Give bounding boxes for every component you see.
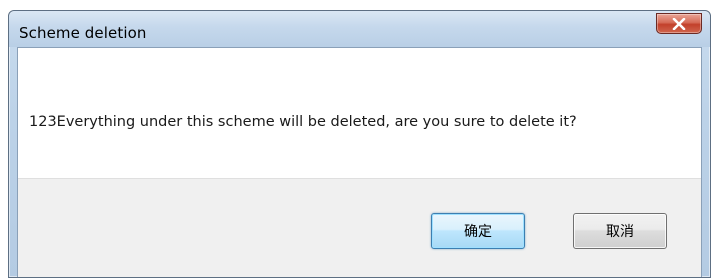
dialog-window: Scheme deletion 123Everything under this… bbox=[8, 10, 711, 278]
message-area: 123Everything under this scheme will be … bbox=[18, 48, 701, 178]
screenshot-page: Scheme deletion 123Everything under this… bbox=[0, 0, 713, 280]
close-button[interactable] bbox=[656, 13, 702, 34]
dialog-client-area: 123Everything under this scheme will be … bbox=[17, 47, 702, 277]
dialog-message: 123Everything under this scheme will be … bbox=[29, 114, 577, 130]
title-bar[interactable]: Scheme deletion bbox=[9, 11, 710, 47]
close-icon bbox=[672, 17, 686, 30]
ok-button[interactable]: 确定 bbox=[431, 213, 525, 249]
cancel-button[interactable]: 取消 bbox=[573, 213, 667, 249]
window-title: Scheme deletion bbox=[19, 24, 147, 42]
button-bar: 确定 取消 bbox=[18, 178, 701, 277]
